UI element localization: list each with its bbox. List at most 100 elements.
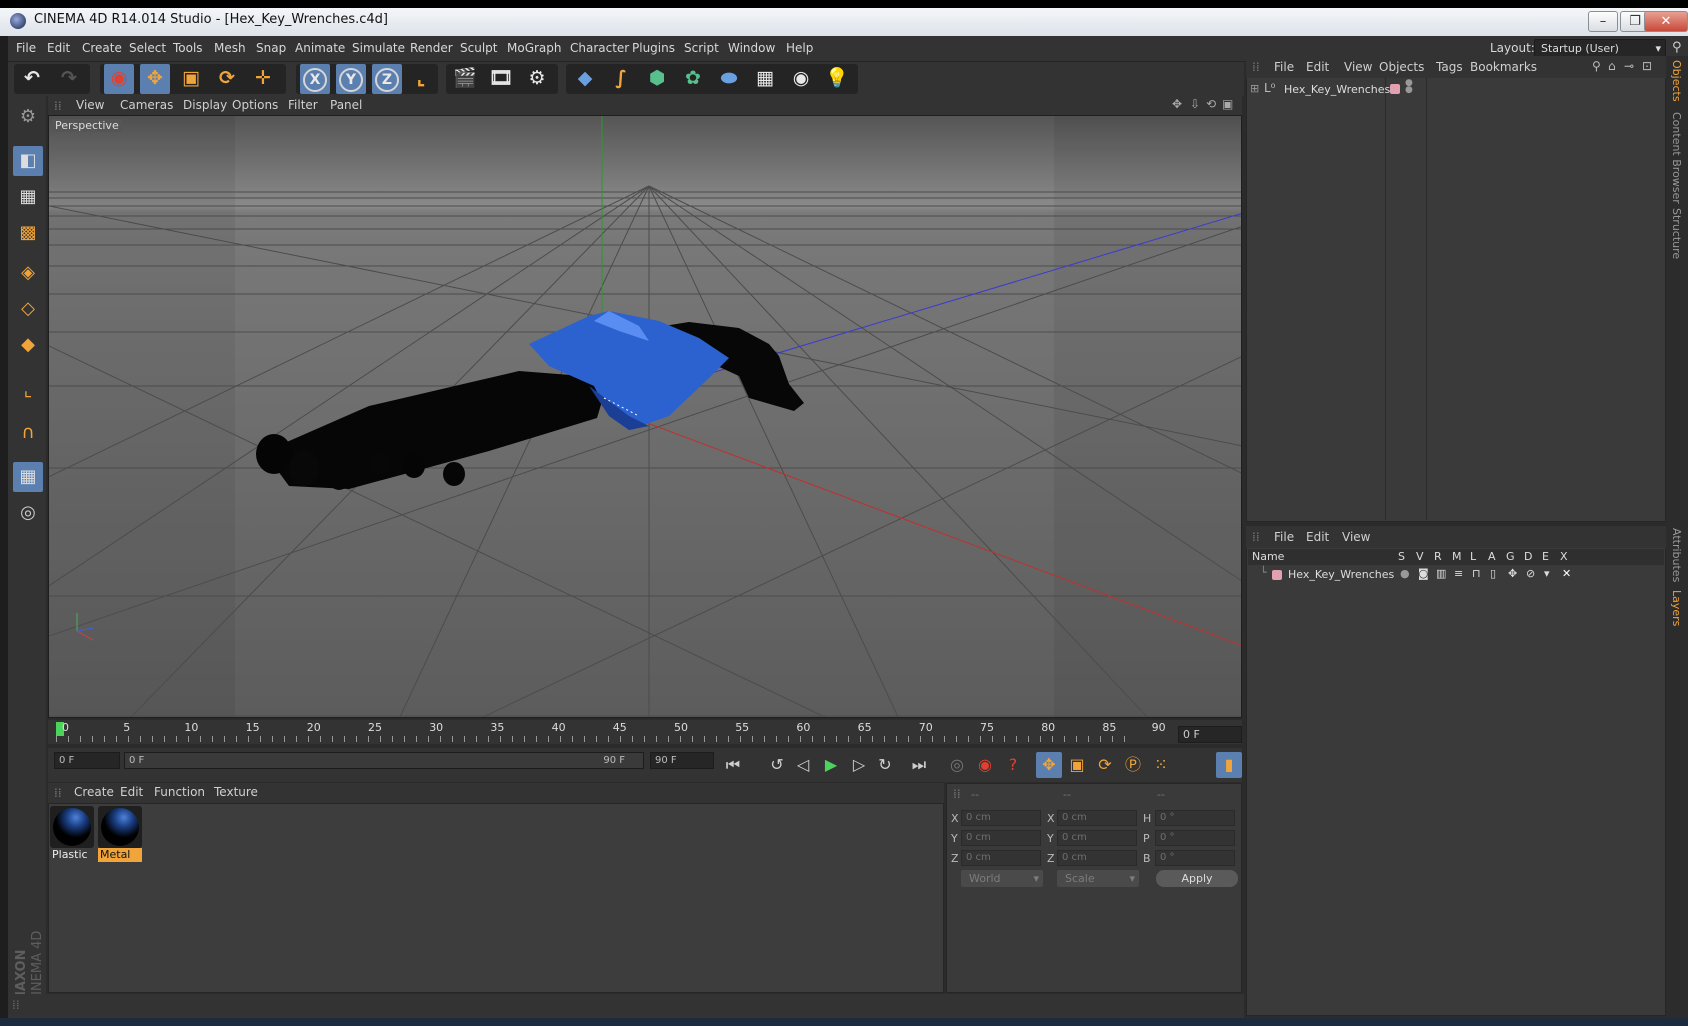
viewport-maximize-icon[interactable]: ▣ xyxy=(1222,97,1233,111)
z-axis-button[interactable]: Z xyxy=(372,64,402,94)
layer-generators-icon[interactable]: ✥ xyxy=(1508,567,1517,580)
tab-structure[interactable]: Structure xyxy=(1670,208,1683,259)
layer-manager-icon[interactable]: ≡ xyxy=(1454,567,1463,580)
col-locked[interactable]: L xyxy=(1470,550,1476,563)
col-manager[interactable]: M xyxy=(1452,550,1462,563)
layer-color-swatch[interactable] xyxy=(1390,84,1400,94)
next-key-icon[interactable]: ↻ xyxy=(872,752,898,778)
minimize-button[interactable]: – xyxy=(1588,11,1618,32)
vp-menu-options[interactable]: Options xyxy=(232,98,278,112)
menu-render[interactable]: Render xyxy=(410,41,453,55)
preview-range-slider[interactable]: 0 F 90 F xyxy=(124,752,644,769)
layer-view-icon[interactable]: ◙ xyxy=(1418,567,1429,580)
menu-create[interactable]: Create xyxy=(82,41,122,55)
tab-attributes[interactable]: Attributes xyxy=(1670,528,1683,582)
go-to-end-icon[interactable]: ⏭ xyxy=(906,752,932,778)
menu-mesh[interactable]: Mesh xyxy=(214,41,246,55)
menu-plugins[interactable]: Plugins xyxy=(632,41,675,55)
go-to-start-icon[interactable]: ⏮ xyxy=(720,752,746,778)
om-menu-edit[interactable]: Edit xyxy=(1306,60,1329,74)
size-z-field[interactable]: 0 cm xyxy=(1057,850,1137,866)
om-menu-tags[interactable]: Tags xyxy=(1436,60,1463,74)
menu-help[interactable]: Help xyxy=(786,41,813,55)
search-icon[interactable]: ⚲ xyxy=(1672,40,1682,55)
col-xref[interactable]: X xyxy=(1560,550,1568,563)
light-icon[interactable]: 💡 xyxy=(822,64,852,94)
model-mode-icon[interactable]: ◧ xyxy=(13,146,43,176)
undo-icon[interactable]: ↶ xyxy=(17,64,47,94)
lm-menu-view[interactable]: View xyxy=(1342,530,1370,544)
layer-expressions-icon[interactable]: ▾ xyxy=(1544,567,1550,580)
edges-mode-icon[interactable]: ◇ xyxy=(13,294,43,324)
om-menu-file[interactable]: File xyxy=(1274,60,1294,74)
menu-simulate[interactable]: Simulate xyxy=(352,41,405,55)
mat-menu-create[interactable]: Create xyxy=(74,785,114,799)
link-icon[interactable]: ⊸ xyxy=(1624,59,1634,73)
om-menu-bookmarks[interactable]: Bookmarks xyxy=(1470,60,1537,74)
next-frame-icon[interactable]: ▷ xyxy=(846,752,872,778)
layer-deformers-icon[interactable]: ⊘ xyxy=(1526,567,1535,580)
menu-animate[interactable]: Animate xyxy=(295,41,345,55)
axis-mode-icon[interactable]: ⌞ xyxy=(13,376,43,406)
col-render[interactable]: R xyxy=(1434,550,1442,563)
layer-row[interactable]: └ Hex_Key_Wrenches ● ◙ ▥ ≡ ⊓ ▯ ✥ ⊘ ▾ ✕ xyxy=(1250,566,1662,583)
apply-button[interactable]: Apply xyxy=(1156,870,1238,887)
workplane-lock-icon[interactable]: ◎ xyxy=(13,498,43,528)
end-frame-field[interactable]: 90 F xyxy=(650,752,714,769)
vp-menu-panel[interactable]: Panel xyxy=(330,98,362,112)
render-view-icon[interactable]: 🎬 xyxy=(450,64,480,94)
rot-p-field[interactable]: 0 ° xyxy=(1155,830,1235,846)
perspective-viewport[interactable] xyxy=(48,115,1242,718)
layer-lock-icon[interactable]: ⊓ xyxy=(1472,567,1481,580)
pos-z-field[interactable]: 0 cm xyxy=(961,850,1041,866)
rotate-icon[interactable]: ⟳ xyxy=(212,64,242,94)
start-frame-field[interactable]: 0 F xyxy=(54,752,120,769)
move-icon[interactable]: ✥ xyxy=(140,64,170,94)
menu-mograph[interactable]: MoGraph xyxy=(507,41,562,55)
col-solo[interactable]: S xyxy=(1398,550,1405,563)
viewport-nav-rotate-icon[interactable]: ⟲ xyxy=(1206,97,1216,111)
menu-edit[interactable]: Edit xyxy=(47,41,70,55)
workplane-icon[interactable]: ▩ xyxy=(13,218,43,248)
points-mode-icon[interactable]: ◈ xyxy=(13,258,43,288)
col-generators[interactable]: G xyxy=(1506,550,1515,563)
viewport-nav-zoom-icon[interactable]: ⇩ xyxy=(1190,97,1200,111)
rot-h-field[interactable]: 0 ° xyxy=(1155,810,1235,826)
menu-window[interactable]: Window xyxy=(728,41,775,55)
play-icon[interactable]: ▶ xyxy=(818,752,844,778)
layer-animation-icon[interactable]: ▯ xyxy=(1490,567,1496,580)
vp-menu-cameras[interactable]: Cameras xyxy=(120,98,173,112)
layer-color-swatch[interactable] xyxy=(1272,570,1282,580)
spline-icon[interactable]: ∫ xyxy=(606,64,636,94)
rot-b-field[interactable]: 0 ° xyxy=(1155,850,1235,866)
snap-icon[interactable]: ▦ xyxy=(13,462,43,492)
make-editable-icon[interactable]: ⚙ xyxy=(13,102,43,132)
cube-icon[interactable]: ◆ xyxy=(570,64,600,94)
menu-character[interactable]: Character xyxy=(570,41,629,55)
pos-y-field[interactable]: 0 cm xyxy=(961,830,1041,846)
camera-icon[interactable]: ◉ xyxy=(786,64,816,94)
mat-menu-function[interactable]: Function xyxy=(154,785,205,799)
autokey-icon[interactable]: ◉ xyxy=(972,752,998,778)
layer-xref-icon[interactable]: ✕ xyxy=(1562,567,1571,580)
menu-snap[interactable]: Snap xyxy=(256,41,286,55)
size-x-field[interactable]: 0 cm xyxy=(1057,810,1137,826)
menu-script[interactable]: Script xyxy=(684,41,719,55)
render-picture-viewer-icon[interactable]: 🎞 xyxy=(486,64,516,94)
col-name[interactable]: Name xyxy=(1252,550,1284,563)
texture-mode-icon[interactable]: ▦ xyxy=(13,182,43,212)
array-icon[interactable]: ✿ xyxy=(678,64,708,94)
new-panel-icon[interactable]: ⊡ xyxy=(1642,59,1652,73)
render-settings-icon[interactable]: ⚙ xyxy=(522,64,552,94)
vp-menu-display[interactable]: Display xyxy=(183,98,227,112)
menu-select[interactable]: Select xyxy=(129,41,166,55)
material-metal[interactable]: Metal xyxy=(98,806,142,862)
record-pla-icon[interactable]: ⁙ xyxy=(1148,752,1174,778)
close-button[interactable]: ✕ xyxy=(1644,11,1688,32)
record-scale-icon[interactable]: ▣ xyxy=(1064,752,1090,778)
layer-render-icon[interactable]: ▥ xyxy=(1436,567,1446,580)
x-axis-button[interactable]: X xyxy=(300,64,330,94)
material-plastic[interactable]: Plastic xyxy=(50,806,94,862)
nurbs-icon[interactable]: ⬢ xyxy=(642,64,672,94)
previous-frame-icon[interactable]: ◁ xyxy=(790,752,816,778)
